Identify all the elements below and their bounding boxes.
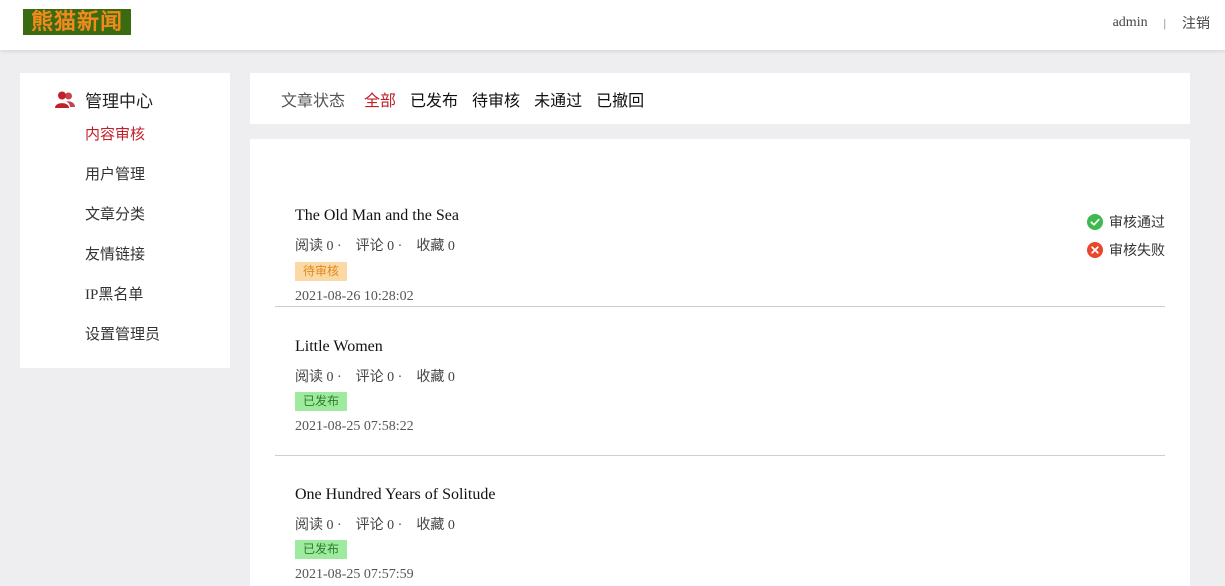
article-title[interactable]: One Hundred Years of Solitude bbox=[295, 486, 495, 504]
article-stats: 阅读 0 · 评论 0 · 收藏 0 bbox=[295, 235, 469, 255]
article-date: 2021-08-25 07:58:22 bbox=[295, 419, 414, 434]
sidebar-item-article-category[interactable]: 文章分类 bbox=[85, 203, 145, 224]
sidebar-title: 管理中心 bbox=[55, 87, 153, 112]
list-item: Little Women 阅读 0 · 评论 0 · 收藏 0 已发布 2021… bbox=[275, 307, 1165, 456]
username-link[interactable]: admin bbox=[1113, 15, 1148, 31]
article-list: The Old Man and the Sea 阅读 0 · 评论 0 · 收藏… bbox=[250, 139, 1190, 586]
sidebar-item-set-admin[interactable]: 设置管理员 bbox=[85, 323, 160, 344]
favorite-count: 收藏 0 bbox=[416, 518, 455, 533]
filter-label: 文章状态 bbox=[281, 92, 346, 110]
check-circle-icon bbox=[1087, 214, 1103, 230]
filter-option-withdrawn[interactable]: 已撤回 bbox=[596, 87, 644, 111]
status-badge: 已发布 bbox=[295, 540, 347, 559]
status-badge: 已发布 bbox=[295, 392, 347, 411]
approve-button[interactable]: 审核通过 bbox=[1087, 214, 1165, 231]
top-header: 熊猫新闻 admin | 注销 bbox=[0, 0, 1225, 50]
comment-count: 评论 0 · bbox=[355, 370, 403, 385]
favorite-count: 收藏 0 bbox=[416, 370, 455, 385]
article-title[interactable]: The Old Man and the Sea bbox=[295, 207, 459, 225]
x-circle-icon bbox=[1087, 242, 1103, 258]
read-count: 阅读 0 · bbox=[295, 239, 342, 254]
comment-count: 评论 0 · bbox=[355, 239, 403, 254]
filter-option-rejected[interactable]: 未通过 bbox=[534, 87, 582, 111]
list-item: The Old Man and the Sea 阅读 0 · 评论 0 · 收藏… bbox=[275, 158, 1165, 307]
sidebar-item-friend-links[interactable]: 友情链接 bbox=[85, 243, 145, 264]
filter-option-all[interactable]: 全部 bbox=[364, 87, 396, 111]
header-separator: | bbox=[1163, 15, 1166, 30]
read-count: 阅读 0 · bbox=[295, 370, 342, 385]
review-actions: 审核通过 审核失败 bbox=[1087, 214, 1165, 270]
header-user-area: admin | 注销 bbox=[1113, 13, 1210, 33]
reject-label: 审核失败 bbox=[1109, 244, 1165, 259]
reject-button[interactable]: 审核失败 bbox=[1087, 242, 1165, 259]
status-badge: 待审核 bbox=[295, 262, 347, 281]
user-group-icon bbox=[55, 91, 75, 108]
site-logo[interactable]: 熊猫新闻 bbox=[23, 9, 131, 35]
status-filter-bar: 文章状态 全部 已发布 待审核 未通过 已撤回 bbox=[250, 73, 1190, 124]
approve-label: 审核通过 bbox=[1109, 216, 1165, 231]
sidebar-item-user-management[interactable]: 用户管理 bbox=[85, 163, 145, 184]
article-date: 2021-08-26 10:28:02 bbox=[295, 289, 414, 304]
list-item: One Hundred Years of Solitude 阅读 0 · 评论 … bbox=[275, 456, 1165, 586]
logout-link[interactable]: 注销 bbox=[1182, 13, 1210, 33]
filter-option-pending[interactable]: 待审核 bbox=[472, 87, 520, 111]
favorite-count: 收藏 0 bbox=[416, 239, 455, 254]
article-stats: 阅读 0 · 评论 0 · 收藏 0 bbox=[295, 366, 469, 386]
comment-count: 评论 0 · bbox=[355, 518, 403, 533]
sidebar: 管理中心 内容审核 用户管理 文章分类 友情链接 IP黑名单 设置管理员 bbox=[20, 73, 230, 368]
article-stats: 阅读 0 · 评论 0 · 收藏 0 bbox=[295, 514, 469, 534]
sidebar-title-text: 管理中心 bbox=[85, 92, 153, 111]
filter-option-published[interactable]: 已发布 bbox=[410, 87, 458, 111]
sidebar-item-ip-blacklist[interactable]: IP黑名单 bbox=[85, 283, 143, 304]
article-date: 2021-08-25 07:57:59 bbox=[295, 567, 414, 582]
read-count: 阅读 0 · bbox=[295, 518, 342, 533]
article-title[interactable]: Little Women bbox=[295, 338, 383, 356]
sidebar-item-content-review[interactable]: 内容审核 bbox=[85, 123, 145, 144]
